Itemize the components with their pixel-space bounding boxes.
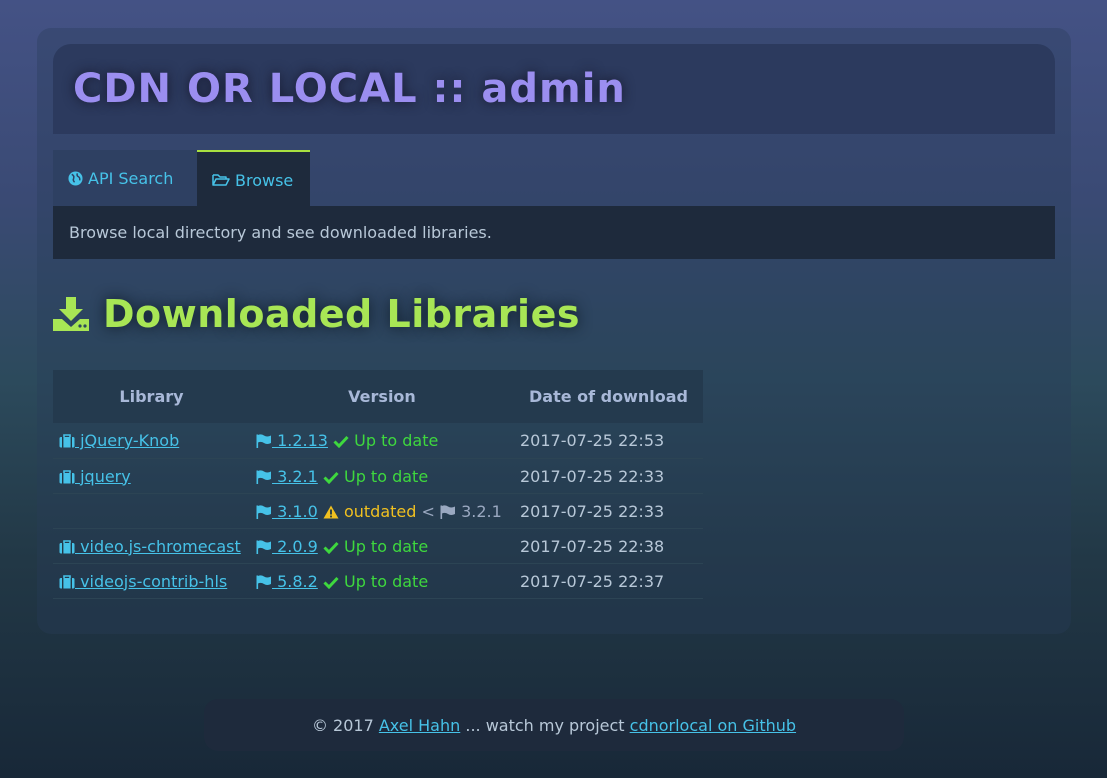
- library-link[interactable]: videojs-contrib-hls: [59, 572, 227, 591]
- status-outdated: outdated: [323, 501, 417, 521]
- briefcase-icon: [59, 574, 75, 589]
- library-link[interactable]: jQuery-Knob: [59, 431, 179, 450]
- globe-icon: [68, 170, 83, 186]
- check-icon: [323, 576, 339, 589]
- library-cell: video.js-chromecast: [53, 528, 250, 564]
- column-header-library: Library: [53, 370, 250, 423]
- version-number: 5.8.2: [272, 571, 318, 591]
- flag-icon: [256, 504, 272, 519]
- status-text: Up to date: [338, 536, 429, 556]
- flag-icon: [440, 504, 456, 519]
- version-link[interactable]: 1.2.13: [256, 431, 328, 450]
- table-header-row: Library Version Date of download: [53, 370, 703, 423]
- version-link[interactable]: 5.8.2: [256, 572, 318, 591]
- check-icon: [323, 541, 339, 554]
- tab-api-search-label: API Search: [88, 168, 174, 188]
- warning-icon: [323, 505, 339, 519]
- download-date: 2017-07-25 22:38: [514, 528, 703, 564]
- status-up-to-date: Up to date: [323, 467, 428, 486]
- status-up-to-date: Up to date: [323, 572, 428, 591]
- version-link[interactable]: 3.2.1: [256, 467, 318, 486]
- page-header: CDN OR LOCAL :: admin: [53, 44, 1055, 134]
- download-date: 2017-07-25 22:53: [514, 423, 703, 459]
- library-name: jQuery-Knob: [75, 431, 180, 450]
- table-row: jquery 3.2.1 Up to date 2017-07-25 22:33: [53, 458, 703, 494]
- table-row: 3.1.0 outdated < 3.2.1 2017-07-25 22:33: [53, 493, 703, 529]
- page-title: CDN OR LOCAL :: admin: [73, 66, 626, 112]
- tab-browse[interactable]: Browse: [197, 150, 310, 206]
- library-link[interactable]: jquery: [59, 467, 131, 486]
- less-than-sign: <: [416, 501, 440, 521]
- version-number: 2.0.9: [272, 536, 318, 556]
- flag-icon: [256, 434, 272, 448]
- flag-icon: [256, 469, 272, 484]
- tab-description: Browse local directory and see downloade…: [53, 206, 1055, 259]
- table-row: jQuery-Knob 1.2.13 Up to date 2017-07-25…: [53, 423, 703, 459]
- version-number: 3.1.0: [272, 501, 318, 521]
- tab-description-text: Browse local directory and see downloade…: [69, 223, 492, 242]
- footer-text: ... watch my project: [460, 715, 630, 735]
- download-date: 2017-07-25 22:33: [514, 458, 703, 494]
- briefcase-icon: [59, 539, 75, 554]
- download-date: 2017-07-25 22:37: [514, 563, 703, 599]
- tab-api-search[interactable]: API Search: [53, 150, 197, 206]
- version-cell: 5.8.2 Up to date: [250, 563, 514, 599]
- check-icon: [323, 471, 339, 484]
- status-up-to-date: Up to date: [333, 431, 438, 450]
- version-number: 1.2.13: [272, 431, 328, 450]
- tab-bar: API Search Browse: [53, 150, 310, 206]
- version-cell: 3.1.0 outdated < 3.2.1: [250, 493, 514, 529]
- main-panel: CDN OR LOCAL :: admin API Search Browse …: [37, 28, 1071, 634]
- latest-version-number: 3.2.1: [456, 501, 502, 521]
- download-icon: [53, 297, 89, 331]
- status-text: Up to date: [349, 431, 439, 450]
- briefcase-icon: [59, 469, 75, 484]
- author-link[interactable]: Axel Hahn: [379, 716, 460, 735]
- latest-version: 3.2.1: [440, 502, 502, 521]
- check-icon: [333, 435, 349, 448]
- folder-open-icon: [212, 173, 230, 187]
- github-project-link[interactable]: cdnorlocal on Github: [630, 716, 796, 735]
- column-header-date: Date of download: [514, 370, 703, 423]
- column-header-version: Version: [250, 370, 514, 423]
- library-cell: jQuery-Knob: [53, 423, 250, 459]
- version-link[interactable]: 2.0.9: [256, 537, 318, 556]
- library-name: video.js-chromecast: [75, 536, 241, 556]
- briefcase-icon: [59, 434, 75, 448]
- library-name: videojs-contrib-hls: [75, 571, 228, 591]
- flag-icon: [256, 539, 272, 554]
- download-date: 2017-07-25 22:33: [514, 493, 703, 529]
- page-footer: © 2017 Axel Hahn ... watch my project cd…: [204, 699, 904, 751]
- library-cell: [53, 493, 250, 529]
- table-row: video.js-chromecast 2.0.9 Up to date 201…: [53, 528, 703, 564]
- status-up-to-date: Up to date: [323, 537, 428, 556]
- section-heading: Downloaded Libraries: [53, 292, 580, 336]
- status-text: outdated: [338, 501, 417, 521]
- version-link[interactable]: 3.1.0: [256, 502, 318, 521]
- status-text: Up to date: [338, 466, 429, 486]
- version-cell: 1.2.13 Up to date: [250, 423, 514, 459]
- libraries-table: Library Version Date of download jQuery-…: [53, 370, 703, 599]
- footer-copyright: © 2017: [311, 715, 379, 735]
- flag-icon: [256, 574, 272, 589]
- version-number: 3.2.1: [272, 466, 318, 486]
- table-row: videojs-contrib-hls 5.8.2 Up to date 201…: [53, 563, 703, 599]
- library-name: jquery: [75, 466, 131, 486]
- library-cell: videojs-contrib-hls: [53, 563, 250, 599]
- version-cell: 2.0.9 Up to date: [250, 528, 514, 564]
- library-link[interactable]: video.js-chromecast: [59, 537, 241, 556]
- version-cell: 3.2.1 Up to date: [250, 458, 514, 494]
- tab-browse-label: Browse: [235, 170, 294, 190]
- library-cell: jquery: [53, 458, 250, 494]
- section-title: Downloaded Libraries: [103, 292, 580, 336]
- status-text: Up to date: [338, 571, 429, 591]
